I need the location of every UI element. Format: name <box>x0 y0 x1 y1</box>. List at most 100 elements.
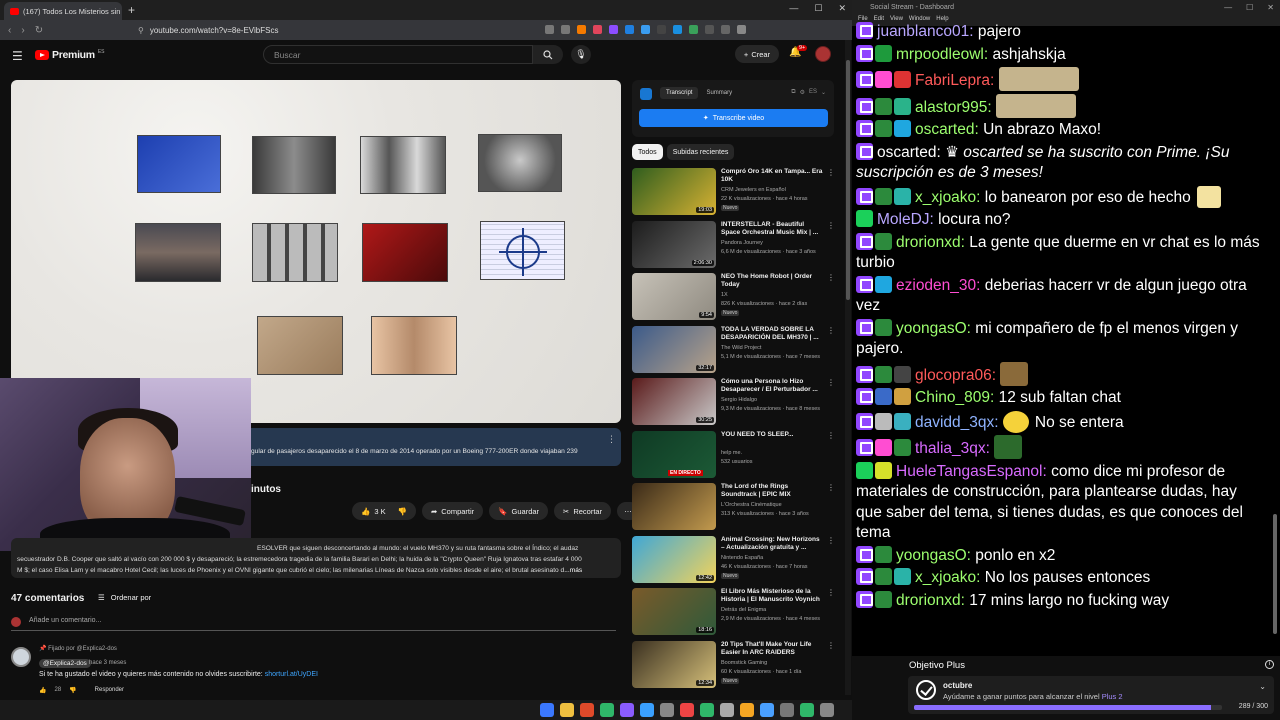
more-options-icon[interactable]: ⋮ <box>827 273 835 282</box>
chat-username[interactable]: thalia_3qx: <box>915 440 994 457</box>
extension-icon[interactable] <box>641 25 650 34</box>
extension-icon[interactable] <box>737 25 746 34</box>
taskbar-app-icon[interactable] <box>640 703 654 717</box>
maximize-icon[interactable]: ☐ <box>1246 3 1253 12</box>
tab-transcript[interactable]: Transcript <box>660 87 699 99</box>
extension-icon[interactable] <box>609 25 618 34</box>
language-label[interactable]: ES <box>809 89 817 96</box>
chat-username[interactable]: MoleDJ: <box>877 211 938 228</box>
comment-like-icon[interactable]: 👍 <box>39 687 46 694</box>
maximize-icon[interactable]: ☐ <box>814 3 822 14</box>
extension-icon[interactable] <box>545 25 554 34</box>
new-tab-icon[interactable]: + <box>128 3 135 17</box>
video-thumbnail[interactable]: 2:06:30 <box>632 220 716 268</box>
channel-name[interactable]: 1X <box>721 292 728 298</box>
video-thumbnail[interactable]: 32:17 <box>632 325 716 373</box>
comment-link[interactable]: shorturl.at/UyDEI <box>265 671 318 678</box>
chat-username[interactable]: x_xjoako: <box>915 569 985 586</box>
chat-username[interactable]: FabriLepra: <box>915 72 999 89</box>
video-thumbnail[interactable]: 9:54 <box>632 273 716 320</box>
menu-icon[interactable]: ☰ <box>12 49 23 63</box>
video-player[interactable] <box>11 80 621 423</box>
chat-username[interactable]: Chino_809: <box>915 389 999 406</box>
more-options-icon[interactable]: ⋮ <box>827 378 835 387</box>
channel-name[interactable]: Nintendo España <box>721 555 763 561</box>
recommended-video[interactable]: EN DIRECTO YOU NEED TO SLEEP... help me. 53… <box>632 430 837 481</box>
taskbar-app-icon[interactable] <box>680 703 694 717</box>
recommended-video[interactable]: 2:06:30 INTERSTELLAR - Beautiful Space Or… <box>632 220 837 271</box>
chat-username[interactable]: oscarted: <box>877 144 945 161</box>
taskbar-app-icon[interactable] <box>560 703 574 717</box>
browser-tab[interactable]: (167) Todos Los Misterios sin Re ✕ <box>4 2 122 20</box>
more-options-icon[interactable]: ⋮ <box>827 431 835 440</box>
extension-icon[interactable] <box>657 25 666 34</box>
chat-username[interactable]: HueleTangasEspanol: <box>896 463 1051 480</box>
thumbs-down-icon[interactable]: 👎 <box>398 507 407 516</box>
close-window-icon[interactable]: ✕ <box>838 3 846 14</box>
transcribe-video-button[interactable]: ✦ Transcribe video <box>639 109 828 127</box>
more-options-icon[interactable]: ⋮ <box>827 483 835 492</box>
url-field[interactable]: ⚲ youtube.com/watch?v=8e-EVibFScs <box>138 23 598 37</box>
show-more-link[interactable]: ...más <box>564 567 582 574</box>
channel-name[interactable]: Sergio Hidalgo <box>721 397 757 403</box>
comment-dislike-icon[interactable]: 👎 <box>69 687 76 694</box>
minimize-icon[interactable]: — <box>789 3 798 14</box>
share-button[interactable]: ➦ Compartir <box>421 502 484 520</box>
taskbar-app-icon[interactable] <box>540 703 554 717</box>
video-thumbnail[interactable]: 18:16 <box>632 588 716 635</box>
video-thumbnail[interactable]: 30:25 <box>632 378 716 425</box>
video-thumbnail[interactable] <box>632 483 716 530</box>
taskbar-app-icon[interactable] <box>660 703 674 717</box>
comment-author[interactable]: @Explica2-dos <box>39 659 91 668</box>
recommended-video[interactable]: 12:42 Animal Crossing: New Horizons – Act… <box>632 535 837 586</box>
taskbar-app-icon[interactable] <box>760 703 774 717</box>
clip-button[interactable]: ✂ Recortar <box>554 502 612 520</box>
like-button[interactable]: 👍 3 K 👎 <box>352 502 416 520</box>
page-scrollbar[interactable] <box>845 40 851 695</box>
chat-username[interactable]: drorionxd: <box>896 234 969 251</box>
search-button[interactable] <box>533 45 563 64</box>
channel-name[interactable]: Boomstick Gaming <box>721 660 767 666</box>
taskbar-app-icon[interactable] <box>780 703 794 717</box>
more-options-icon[interactable]: ⋮ <box>827 221 835 230</box>
voice-search-button[interactable]: 🎙 <box>571 45 591 64</box>
more-options-icon[interactable]: ⋮ <box>607 434 616 445</box>
scrollbar-thumb[interactable] <box>1273 514 1277 634</box>
taskbar-app-icon[interactable] <box>620 703 634 717</box>
recommended-video[interactable]: The Lord of the Rings Soundtrack | EPIC … <box>632 483 837 533</box>
channel-name[interactable]: help me. <box>721 450 742 456</box>
copy-icon[interactable]: ⧉ <box>791 89 795 96</box>
extension-icon[interactable] <box>705 25 714 34</box>
extension-icon[interactable] <box>673 25 682 34</box>
recommended-video[interactable]: 12:34 20 Tips That'll Make Your Life Easi… <box>632 640 837 691</box>
extension-icon[interactable] <box>721 25 730 34</box>
commenter-avatar[interactable] <box>11 647 31 667</box>
extension-icon[interactable] <box>561 25 570 34</box>
chat-username[interactable]: ezioden_30: <box>896 277 985 294</box>
taskbar-app-icon[interactable] <box>580 703 594 717</box>
video-thumbnail[interactable]: 12:42 <box>632 535 716 583</box>
taskbar-app-icon[interactable] <box>820 703 834 717</box>
chat-username[interactable]: mrpoodleowl: <box>896 46 993 63</box>
channel-name[interactable]: Detrás del Enigma <box>721 607 766 613</box>
chat-username[interactable]: juanblanco01: <box>877 23 978 40</box>
settings-icon[interactable]: ⚙ <box>800 89 805 96</box>
taskbar-app-icon[interactable] <box>600 703 614 717</box>
back-icon[interactable]: ‹ <box>8 25 11 36</box>
chip-recent[interactable]: Subidas recientes <box>666 144 735 160</box>
extension-icon[interactable] <box>625 25 634 34</box>
channel-name[interactable]: CRM Jewelers en Español <box>721 187 786 193</box>
video-thumbnail[interactable]: 19:03 <box>632 168 716 215</box>
taskbar-app-icon[interactable] <box>720 703 734 717</box>
chip-all[interactable]: Todos <box>632 144 663 160</box>
chat-username[interactable]: yoongasO: <box>896 320 975 337</box>
account-avatar[interactable] <box>815 46 831 62</box>
scrollbar-thumb[interactable] <box>846 60 850 300</box>
taskbar-app-icon[interactable] <box>700 703 714 717</box>
extension-icon[interactable] <box>689 25 698 34</box>
taskbar-app-icon[interactable] <box>800 703 814 717</box>
extension-icon[interactable] <box>593 25 602 34</box>
forward-icon[interactable]: › <box>21 25 24 36</box>
chat-username[interactable]: glocopra06: <box>915 367 1000 384</box>
close-window-icon[interactable]: ✕ <box>1267 3 1274 12</box>
